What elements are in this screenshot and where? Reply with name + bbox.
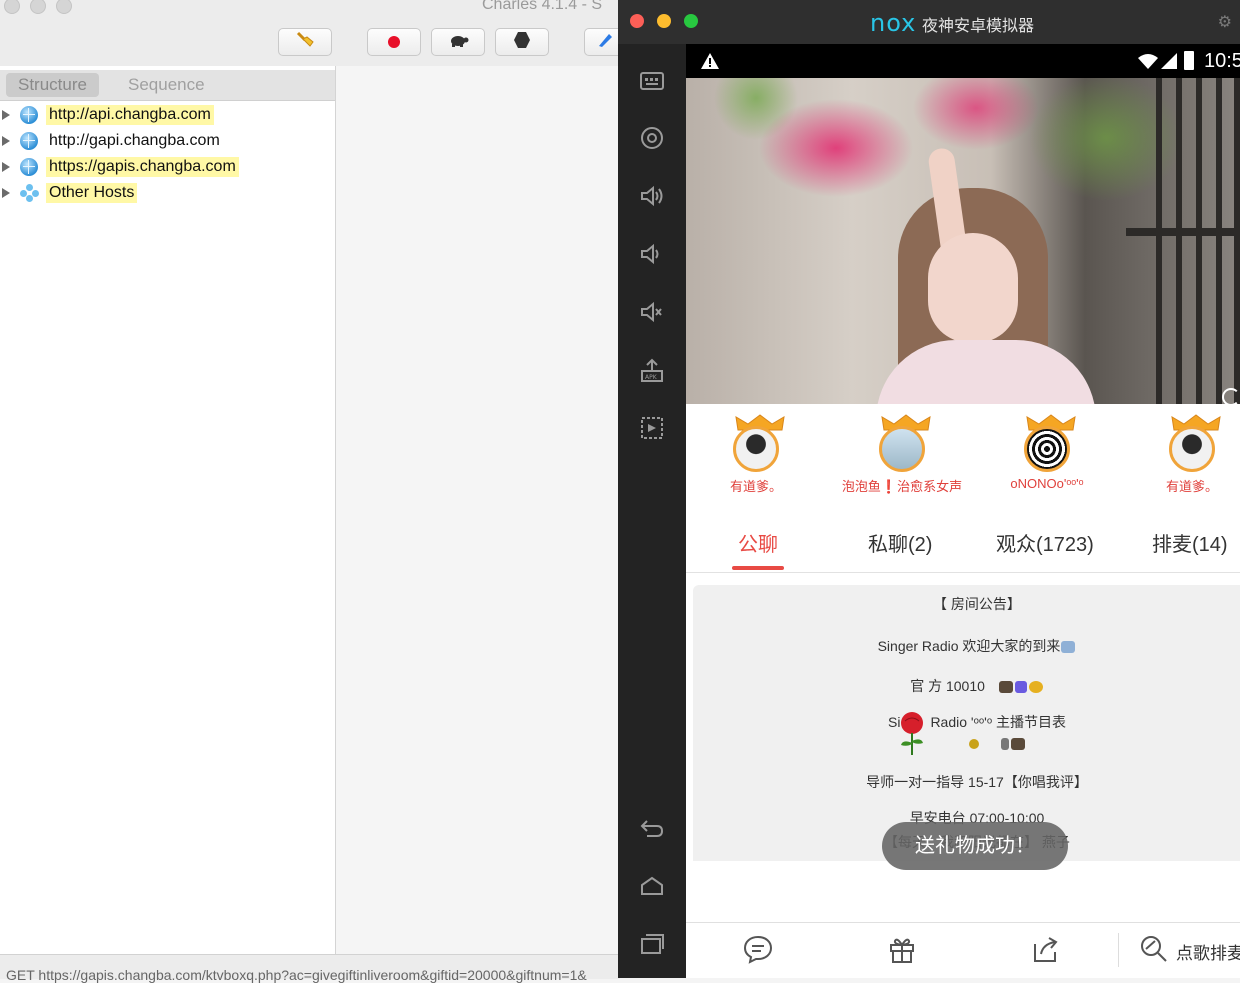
detail-pane <box>336 66 620 954</box>
nox-titlebar: nox 夜神安卓模拟器 ⚙ <box>618 0 1240 44</box>
clock: 10:5 <box>1204 50 1240 72</box>
window-zoom-button[interactable] <box>56 0 72 14</box>
charles-window: Charles 4.1.4 - S Structure Sequence htt… <box>0 0 624 983</box>
clear-session-button[interactable] <box>278 28 332 56</box>
host-avatar-item[interactable]: oNONOo'ᵒᵒ'ᵒ <box>977 414 1117 491</box>
disclosure-arrow-icon[interactable] <box>2 162 10 172</box>
avatar <box>1169 426 1215 472</box>
recent-apps-icon[interactable] <box>636 928 668 960</box>
nox-emulator-window: nox 夜神安卓模拟器 ⚙ APK 10:5 有道爹。 泡泡鱼❗治愈系女声 oN… <box>618 0 1240 978</box>
nox-sidebar: APK <box>618 44 686 978</box>
host-label: http://gapi.changba.com <box>49 132 220 149</box>
pen-icon <box>596 31 614 54</box>
hexagon-icon <box>513 31 531 54</box>
nox-minimize-button[interactable] <box>657 14 671 28</box>
warning-icon <box>700 52 720 75</box>
nox-title: 夜神安卓模拟器 <box>922 18 1035 35</box>
throttle-button[interactable] <box>431 28 485 56</box>
tab-public-chat[interactable]: 公聊 <box>738 528 778 557</box>
tab-mic-queue[interactable]: 排麦(14) <box>1152 528 1228 557</box>
host-label: http://api.changba.com <box>46 105 214 125</box>
hosts-cluster-icon <box>20 184 40 202</box>
record-icon <box>388 36 400 48</box>
host-row[interactable]: Other Hosts <box>0 181 138 205</box>
room-announcement: 【 房间公告】 Singer Radio 欢迎大家的到来 官 方 10010 S… <box>693 585 1240 861</box>
song-request-button[interactable]: 点歌排麦 <box>1176 939 1240 964</box>
screen-record-icon[interactable] <box>636 412 668 444</box>
chat-icon[interactable] <box>742 933 774 965</box>
disclosure-arrow-icon[interactable] <box>2 188 10 198</box>
keyboard-icon[interactable] <box>636 64 668 96</box>
globe-icon <box>20 106 38 124</box>
window-title: Charles 4.1.4 - S <box>482 0 603 13</box>
tab-sequence[interactable]: Sequence <box>116 73 217 97</box>
announcement-line: Si Radio 'ᵒᵒ'ᵒ 主播节目表 <box>887 714 1066 730</box>
host-avatars-strip: 有道爹。 泡泡鱼❗治愈系女声 oNONOo'ᵒᵒ'ᵒ 有道爹。 <box>686 404 1240 515</box>
announcement-emoji-row <box>693 735 1240 751</box>
breakpoints-button[interactable] <box>495 28 549 56</box>
android-status-bar: 10:5 <box>686 44 1240 78</box>
tab-audience[interactable]: 观众(1723) <box>996 528 1094 557</box>
announcement-line: 导师一对一指导 15-17【你唱我评】 <box>866 774 1088 790</box>
window-minimize-button[interactable] <box>30 0 46 14</box>
like-icon[interactable] <box>1222 388 1240 404</box>
view-segmented-control: Structure Sequence <box>0 70 335 101</box>
nox-close-button[interactable] <box>630 14 644 28</box>
host-avatar-item[interactable]: 泡泡鱼❗治愈系女声 <box>832 414 972 495</box>
status-bar: GET https://gapis.changba.com/ktvboxq.ph… <box>0 954 620 983</box>
announcement-line: Singer Radio 欢迎大家的到来 <box>693 636 1240 656</box>
battery-icon <box>1184 51 1194 70</box>
song-search-icon[interactable] <box>1138 933 1170 965</box>
android-screen: 10:5 有道爹。 泡泡鱼❗治愈系女声 oNONOo'ᵒᵒ'ᵒ 有道爹。 公聊 … <box>686 44 1240 978</box>
volume-up-icon[interactable] <box>636 180 668 212</box>
wifi-icon <box>1136 52 1160 75</box>
host-avatar-item[interactable]: 有道爹。 <box>686 414 826 495</box>
room-cover-photo <box>686 78 1240 404</box>
gear-icon[interactable]: ⚙ <box>1218 12 1232 32</box>
globe-icon <box>20 132 38 150</box>
avatar <box>733 426 779 472</box>
location-icon[interactable] <box>636 122 668 154</box>
svg-text:APK: APK <box>645 374 658 381</box>
tab-private-chat[interactable]: 私聊(2) <box>868 528 932 557</box>
disclosure-arrow-icon[interactable] <box>2 110 10 120</box>
host-row[interactable]: http://api.changba.com <box>0 103 214 127</box>
toast-message: 送礼物成功！ <box>882 822 1068 870</box>
host-label: Other Hosts <box>46 183 138 203</box>
volume-down-icon[interactable] <box>636 238 668 270</box>
signal-icon <box>1160 52 1178 75</box>
record-button[interactable] <box>367 28 421 56</box>
gift-icon[interactable] <box>886 933 918 965</box>
avatar <box>1024 426 1070 472</box>
mute-icon[interactable] <box>636 296 668 328</box>
disclosure-arrow-icon[interactable] <box>2 136 10 146</box>
back-icon[interactable] <box>636 812 668 844</box>
host-avatar-item[interactable]: 有道爹。 <box>1122 414 1240 495</box>
nox-zoom-button[interactable] <box>684 14 698 28</box>
room-bottom-bar: 点歌排麦 <box>686 922 1240 978</box>
home-icon[interactable] <box>636 870 668 902</box>
host-row[interactable]: https://gapis.changba.com <box>0 155 239 179</box>
globe-icon <box>20 158 38 176</box>
apk-install-icon[interactable]: APK <box>636 354 668 386</box>
nox-logo: nox <box>870 9 917 37</box>
announcement-line: 官 方 10010 <box>693 676 1240 696</box>
room-tabs: 公聊 私聊(2) 观众(1723) 排麦(14) <box>686 514 1240 573</box>
active-tab-indicator <box>732 566 784 570</box>
window-close-button[interactable] <box>4 0 20 14</box>
status-text: GET https://gapis.changba.com/ktvboxq.ph… <box>6 967 587 983</box>
broom-icon <box>295 30 315 55</box>
host-row[interactable]: http://gapi.changba.com <box>0 129 223 153</box>
host-name: oNONOo'ᵒᵒ'ᵒ <box>1010 476 1084 491</box>
avatar <box>879 426 925 472</box>
host-name: 有道爹。 <box>729 479 782 494</box>
host-name: 有道爹。 <box>1165 479 1218 494</box>
share-icon[interactable] <box>1030 933 1062 965</box>
host-name: 泡泡鱼❗治愈系女声 <box>841 479 963 494</box>
announcement-title: 【 房间公告】 <box>933 596 1021 612</box>
turtle-icon <box>447 32 469 53</box>
divider <box>1118 933 1119 967</box>
host-label: https://gapis.changba.com <box>46 157 239 177</box>
tab-structure[interactable]: Structure <box>6 73 99 97</box>
